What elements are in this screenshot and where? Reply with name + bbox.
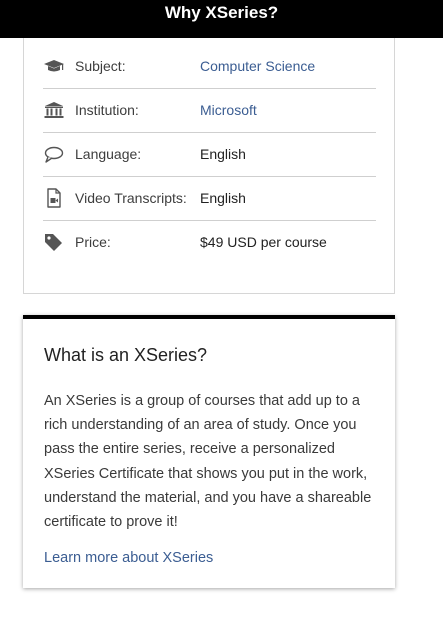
- price-tag-icon: [43, 232, 65, 252]
- graduation-cap-icon: [43, 56, 65, 76]
- detail-label: Subject:: [75, 58, 126, 74]
- detail-label: Language:: [75, 146, 142, 162]
- xseries-description: An XSeries is a group of courses that ad…: [44, 393, 372, 531]
- detail-row-price: Price: $49 USD per course: [43, 220, 376, 264]
- detail-row-institution: Institution: Microsoft: [43, 88, 376, 133]
- language-value: English: [200, 146, 246, 162]
- detail-row-language: Language: English: [43, 132, 376, 177]
- detail-label: Institution:: [75, 102, 139, 118]
- subject-link[interactable]: Computer Science: [200, 44, 315, 88]
- video-transcripts-value: English: [200, 190, 246, 206]
- page-title: Why XSeries?: [164, 3, 279, 22]
- course-details-card: Subject: Computer Science Institution: M…: [23, 38, 395, 294]
- xseries-heading: What is an XSeries?: [44, 345, 208, 365]
- detail-row-subject: Subject: Computer Science: [43, 44, 376, 89]
- detail-label: Video Transcripts:: [75, 190, 187, 206]
- learn-more-link[interactable]: Learn more about XSeries: [44, 547, 213, 569]
- detail-row-video-transcripts: Video Transcripts: English: [43, 176, 376, 221]
- detail-label: Price:: [75, 234, 111, 250]
- institution-link[interactable]: Microsoft: [200, 88, 257, 132]
- price-value: $49 USD per course: [200, 234, 327, 250]
- video-file-icon: [43, 188, 65, 208]
- institution-icon: [43, 100, 65, 120]
- header-bar: Why XSeries?: [0, 0, 443, 38]
- speech-bubble-icon: [43, 144, 65, 164]
- xseries-info-card: What is an XSeries? An XSeries is a grou…: [23, 315, 395, 588]
